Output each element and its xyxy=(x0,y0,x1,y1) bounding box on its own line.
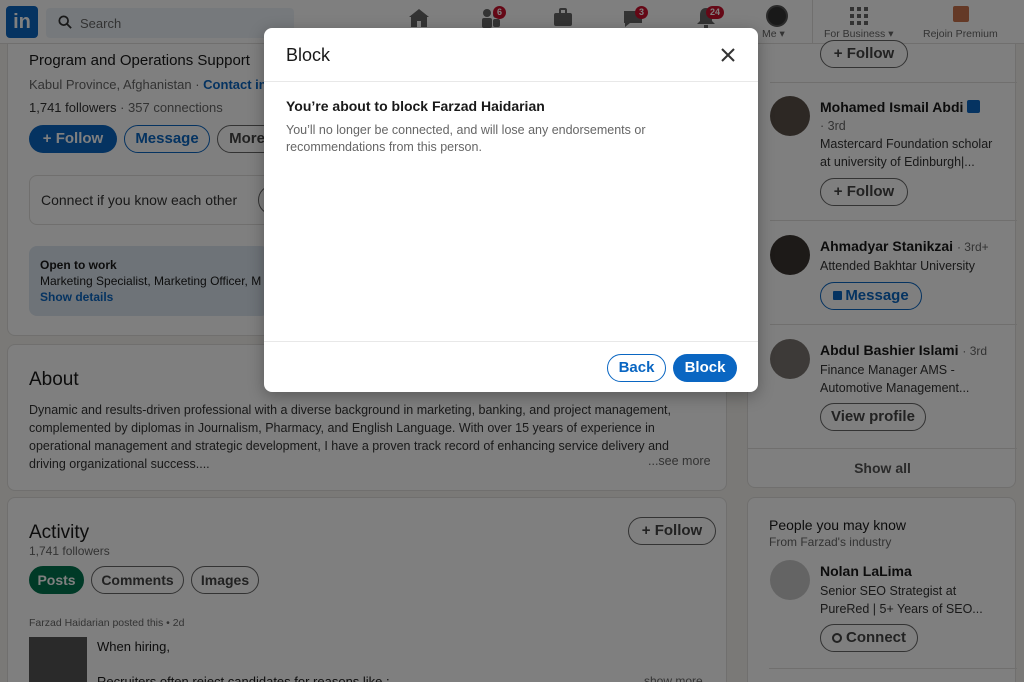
dialog-message: You’ll no longer be connected, and will … xyxy=(286,123,646,154)
dialog-footer-divider xyxy=(264,341,758,342)
dialog-title: Block xyxy=(286,45,331,65)
dialog-subheading: You’re about to block Farzad Haidarian xyxy=(286,98,545,114)
dialog-header: Block xyxy=(264,28,758,82)
close-icon[interactable] xyxy=(718,45,738,65)
block-dialog: Block You’re about to block Farzad Haida… xyxy=(264,28,758,392)
block-button[interactable]: Block xyxy=(673,354,737,382)
back-button[interactable]: Back xyxy=(607,354,666,382)
